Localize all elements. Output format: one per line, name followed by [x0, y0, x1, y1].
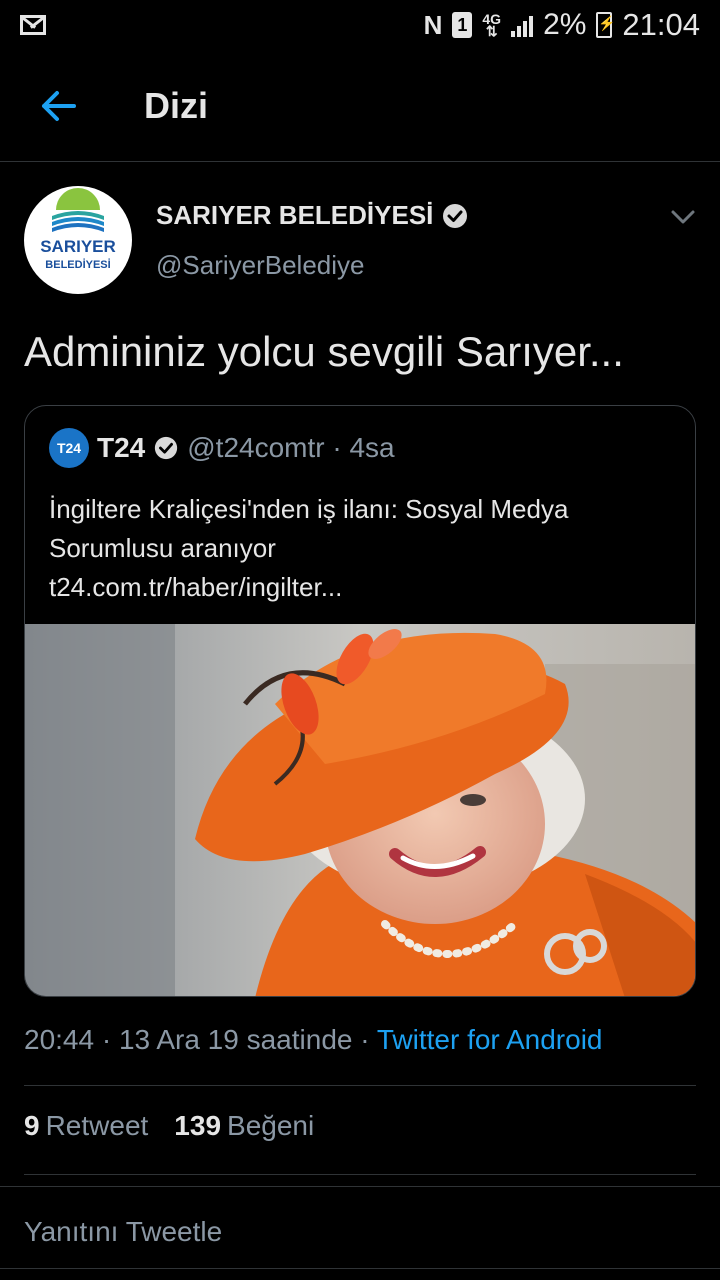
battery-charging-icon — [596, 12, 616, 38]
nfc-icon: N — [423, 9, 443, 40]
divider — [0, 1186, 720, 1187]
page-title: Dizi — [144, 84, 209, 126]
divider — [24, 1085, 696, 1086]
app-header: Dizi — [0, 50, 720, 162]
more-options-button[interactable] — [668, 202, 698, 232]
tweet-timestamp: 20:44 · 13 Ara 19 saatinde · — [24, 1024, 377, 1055]
quoted-link[interactable]: t24.com.tr/haber/ingilter... — [49, 568, 679, 607]
chevron-down-icon — [671, 210, 695, 224]
author-handle[interactable]: @SariyerBelediye — [156, 250, 364, 281]
clock: 21:04 — [622, 7, 700, 42]
avatar[interactable]: SARIYER BELEDİYESİ — [24, 186, 132, 294]
quoted-text-line: Sorumlusu aranıyor — [49, 533, 276, 563]
tweet-text: Admininiz yolcu sevgili Sarıyer... — [24, 328, 624, 375]
retweets-count: 9 — [24, 1110, 40, 1141]
verified-icon — [443, 203, 468, 228]
sim-icon: 1 — [452, 12, 473, 38]
avatar-text-top: SARIYER — [40, 237, 116, 256]
quoted-tweet-image[interactable] — [25, 624, 696, 997]
likes-label: Beğeni — [227, 1110, 315, 1141]
reply-input[interactable]: Yanıtını Tweetle — [24, 1216, 222, 1248]
tweet-stats: 9 Retweet 139 Beğeni — [24, 1110, 314, 1142]
tweet-meta: 20:44 · 13 Ara 19 saatinde · Twitter for… — [24, 1024, 603, 1056]
divider — [24, 1174, 696, 1175]
retweets-label: Retweet — [45, 1110, 149, 1141]
quoted-handle-time: @t24comtr · 4sa — [187, 432, 395, 463]
quoted-tweet-text: İngiltere Kraliçesi'nden iş ilanı: Sosya… — [49, 490, 679, 607]
avatar-text-bottom: BELEDİYESİ — [45, 258, 110, 271]
author-name[interactable]: SARIYER BELEDİYESİ — [156, 200, 469, 231]
quoted-avatar: T24 — [49, 428, 89, 468]
retweets-stat[interactable]: 9 Retweet — [24, 1110, 148, 1142]
quoted-tweet[interactable]: T24 T24 @t24comtr · 4sa İngiltere Kraliç… — [24, 405, 696, 997]
likes-stat[interactable]: 139 Beğeni — [174, 1110, 314, 1142]
tweet-source-link[interactable]: Twitter for Android — [377, 1024, 603, 1055]
sariyer-logo: SARIYER BELEDİYESİ — [40, 188, 116, 271]
likes-count: 139 — [174, 1110, 222, 1141]
divider — [0, 1268, 720, 1269]
arrow-left-icon — [42, 90, 76, 121]
quoted-text-line: İngiltere Kraliçesi'nden iş ilanı: Sosya… — [49, 494, 569, 524]
signal-icon — [511, 13, 534, 37]
quoted-tweet-header: T24 T24 @t24comtr · 4sa — [49, 428, 395, 468]
mail-icon — [20, 15, 46, 35]
back-button[interactable] — [28, 76, 88, 136]
author-name-text: SARIYER BELEDİYESİ — [156, 200, 434, 230]
battery-percent: 2% — [543, 8, 587, 41]
status-bar: N 1 4G ⇅ 2% 21:04 — [0, 0, 720, 50]
network-4g-icon: 4G ⇅ — [482, 12, 501, 38]
verified-icon — [155, 436, 178, 460]
quoted-author-name: T24 — [97, 432, 146, 463]
